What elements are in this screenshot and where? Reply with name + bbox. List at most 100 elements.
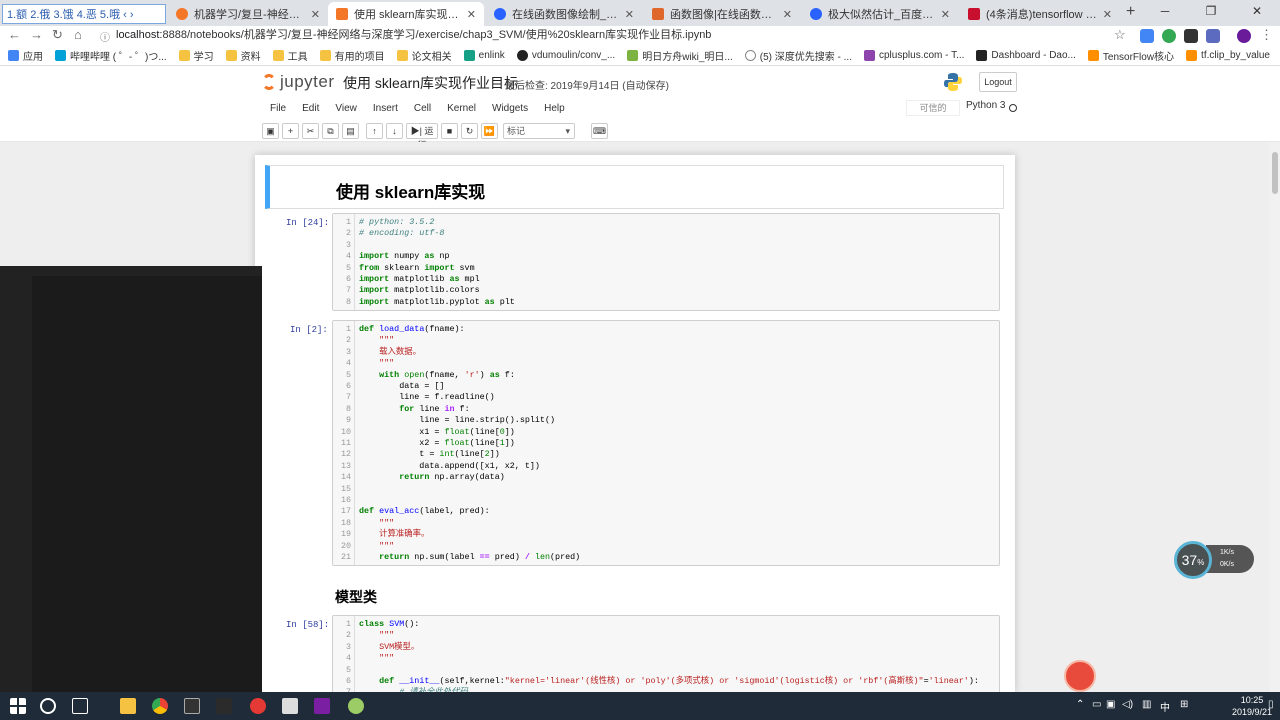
app-icon[interactable] (348, 698, 364, 714)
taskbar-clock[interactable]: 10:25 2019/9/21 (1232, 694, 1272, 718)
move-down-icon[interactable]: ↓ (386, 123, 403, 139)
extension-icon[interactable] (1184, 29, 1198, 43)
bookmark-item[interactable]: Dashboard - Dao... (976, 50, 1076, 61)
more-menu-icon[interactable]: ⋮ (1260, 27, 1273, 43)
close-tab-icon[interactable]: ✕ (1103, 8, 1112, 21)
terminal-icon[interactable] (184, 698, 200, 714)
browser-tab[interactable]: (4条消息)tensorflow sigmoid_c ✕ (960, 2, 1120, 26)
browser-tab[interactable]: 函数图像|在线函数图像生成-91图 ✕ (644, 2, 800, 26)
tray-icon[interactable]: ▣ (1106, 699, 1115, 710)
bookmark-folder[interactable]: 论文相关 (396, 48, 452, 63)
task-view-icon[interactable] (72, 698, 88, 714)
bookmark-item[interactable]: 明日方舟wiki_明日... (627, 48, 733, 63)
trusted-indicator[interactable]: 可信的 (906, 100, 960, 116)
browser-tab[interactable]: 机器学习/复旦-神经网络与深度学 ✕ (168, 2, 328, 26)
menu-cell[interactable]: Cell (414, 103, 431, 114)
network-icon[interactable]: ▥ (1142, 699, 1151, 710)
close-tab-icon[interactable]: ✕ (625, 8, 634, 21)
minimize-icon[interactable]: ─ (1142, 0, 1188, 22)
maximize-icon[interactable]: ❐ (1188, 0, 1234, 22)
profile-avatar[interactable] (1237, 29, 1251, 43)
extension-icon[interactable] (1140, 29, 1154, 43)
memory-usage-gauge[interactable]: 37% (1174, 541, 1212, 579)
menu-edit[interactable]: Edit (302, 103, 319, 114)
scrollbar-thumb[interactable] (1272, 152, 1278, 194)
bookmark-folder[interactable]: 工具 (272, 48, 308, 63)
browser-tab[interactable]: 极大似然估计_百度百科 ✕ (802, 2, 958, 26)
bookmark-apps[interactable]: 应用 (8, 48, 43, 63)
tray-up-arrow-icon[interactable]: ⌃ (1076, 699, 1084, 710)
markdown-cell-heading[interactable]: 使用 sklearn库实现 (265, 165, 1004, 209)
url-field[interactable]: localhost:8888/notebooks/机器学习/复旦-神经网络与深度… (116, 27, 1136, 44)
extension-icon[interactable] (1206, 29, 1220, 43)
page-scrollbar[interactable] (1270, 142, 1280, 692)
chrome-icon[interactable] (152, 698, 168, 714)
ime-candidate-bar[interactable]: 1.额 2.俄 3.饿 4.恶 5.哦 ‹ › (2, 4, 166, 24)
restart-icon[interactable]: ↻ (461, 123, 478, 139)
cut-icon[interactable]: ✂ (302, 123, 319, 139)
netease-music-icon[interactable] (250, 698, 266, 714)
code-cell[interactable]: 1 # python: 3.5.2 2 # encoding: utf-8 3 4i… (332, 213, 1000, 311)
home-icon[interactable]: ⌂ (74, 27, 82, 42)
forward-icon[interactable]: → (30, 27, 43, 42)
code-cell[interactable]: 1 def load_data(fname): 2 """ 3 载入数据。 4 "… (332, 320, 1000, 566)
menu-widgets[interactable]: Widgets (492, 103, 528, 114)
extension-icon[interactable] (1162, 29, 1176, 43)
bookmark-folder[interactable]: 资料 (225, 48, 261, 63)
paste-icon[interactable]: ▤ (342, 123, 359, 139)
browser-tab[interactable]: 在线函数图像绘制_百度搜索 ✕ (486, 2, 642, 26)
ime-language-indicator[interactable]: 中 (1160, 699, 1170, 714)
bookmark-folder[interactable]: 学习 (178, 48, 214, 63)
close-tab-icon[interactable]: ✕ (941, 8, 950, 21)
menu-kernel[interactable]: Kernel (447, 103, 476, 114)
python-app-icon[interactable] (216, 698, 232, 714)
search-icon[interactable] (40, 698, 56, 714)
logout-button[interactable]: Logout (979, 72, 1017, 92)
jupyter-favicon-icon (336, 8, 348, 20)
close-tab-icon[interactable]: ✕ (467, 8, 476, 21)
file-explorer-icon[interactable] (120, 698, 136, 714)
menu-help[interactable]: Help (544, 103, 565, 114)
close-tab-icon[interactable]: ✕ (783, 8, 792, 21)
bookmark-item[interactable]: enlink (463, 50, 505, 61)
calculator-icon[interactable] (282, 698, 298, 714)
restart-run-all-icon[interactable]: ⏩ (481, 123, 498, 139)
code-cell[interactable]: 1 class SVM(): 2 """ 3 SVM模型。 4 """ 5 6 d… (332, 615, 1000, 692)
reload-icon[interactable]: ↻ (52, 27, 63, 43)
windows-start-icon[interactable] (10, 698, 26, 714)
notebook-title[interactable]: 使用 sklearn库实现作业目标 (343, 73, 518, 93)
bookmark-star-icon[interactable]: ☆ (1114, 27, 1126, 43)
jupyter-logo[interactable]: jupyter (262, 72, 335, 92)
save-icon[interactable]: ▣ (262, 123, 279, 139)
copy-icon[interactable]: ⧉ (322, 123, 339, 139)
bookmark-item[interactable]: (5) 深度优先搜索 - ... (744, 48, 852, 63)
new-tab-button[interactable]: + (1126, 3, 1135, 21)
run-button[interactable]: ▶| 运行 (406, 123, 438, 150)
browser-tab-active[interactable]: 使用 sklearn库实现作业目标 - Ju ✕ (328, 2, 484, 26)
notifications-icon[interactable]: ▯ (1268, 699, 1274, 710)
bookmark-item[interactable]: vdumoulin/conv_... (516, 50, 615, 61)
menu-file[interactable]: File (270, 103, 286, 114)
kernel-name[interactable]: Python 3 (966, 100, 1005, 111)
onenote-icon[interactable] (314, 698, 330, 714)
cell-type-select[interactable]: 标记 (503, 123, 575, 139)
menu-view[interactable]: View (335, 103, 357, 114)
menu-insert[interactable]: Insert (373, 103, 398, 114)
back-icon[interactable]: ← (8, 27, 21, 42)
close-tab-icon[interactable]: ✕ (311, 8, 320, 21)
bookmark-item[interactable]: tf.clip_by_value (1186, 50, 1270, 61)
floating-mascot-icon[interactable] (1064, 660, 1096, 692)
tray-icon[interactable]: ▭ (1092, 699, 1101, 710)
info-icon[interactable]: ⓘ (100, 29, 110, 44)
bookmark-folder[interactable]: 有用的项目 (319, 48, 385, 63)
bookmark-item[interactable]: cplusplus.com - T... (864, 50, 964, 61)
move-up-icon[interactable]: ↑ (366, 123, 383, 139)
insert-cell-icon[interactable]: + (282, 123, 299, 139)
bookmark-item[interactable]: TensorFlow核心 (1087, 48, 1174, 63)
stop-icon[interactable]: ■ (441, 123, 458, 139)
bookmark-item[interactable]: 哔哩哔哩 ( ゜- ゜)つ... (55, 48, 167, 63)
close-window-icon[interactable]: ✕ (1234, 0, 1280, 22)
command-palette-icon[interactable]: ⌨ (591, 123, 608, 139)
ime-mode-icon[interactable]: ⊞ (1180, 699, 1188, 710)
volume-icon[interactable]: ◁) (1122, 699, 1133, 710)
